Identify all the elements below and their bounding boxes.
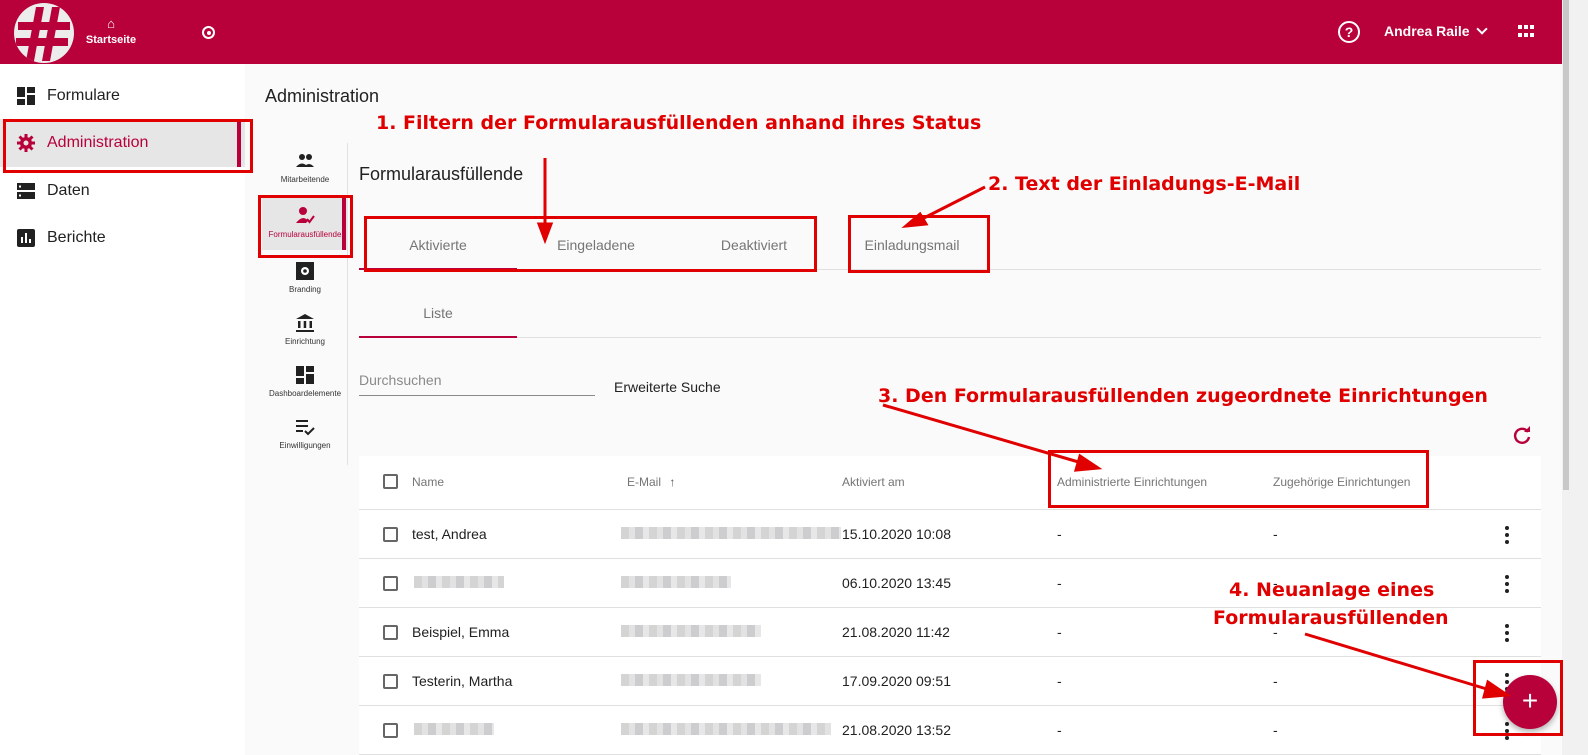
subnav-label: Mitarbeitende (280, 175, 330, 184)
apps-grid-icon[interactable] (1518, 25, 1534, 39)
column-header-email-label: E-Mail (627, 475, 662, 489)
search-field[interactable] (359, 372, 595, 396)
row-checkbox[interactable] (383, 674, 398, 689)
cell-email-redacted (621, 527, 841, 539)
cell-member: - (1273, 526, 1278, 542)
annotation-2: 2. Text der Einladungs-E-Mail (988, 173, 1301, 195)
table-row[interactable]: test, Andrea 15.10.2020 10:08 - - (359, 510, 1541, 559)
gear-box-icon (296, 262, 314, 280)
cell-admin: - (1057, 624, 1062, 640)
annotation-box-administration (3, 119, 253, 173)
search-input[interactable] (359, 372, 595, 388)
cell-activated: 06.10.2020 13:45 (842, 575, 951, 591)
tab-liste[interactable]: Liste (359, 288, 517, 338)
cell-email-redacted (621, 625, 761, 637)
annotation-box-status-tabs (364, 216, 817, 272)
sidebar-item-label: Formulare (47, 87, 120, 104)
cell-activated: 21.08.2020 11:42 (842, 624, 950, 640)
cell-name: Testerin, Martha (412, 673, 513, 689)
cell-admin: - (1057, 722, 1062, 738)
people-icon (296, 154, 314, 167)
home-icon: ⌂ (107, 16, 115, 31)
row-checkbox[interactable] (383, 625, 398, 640)
cell-email-redacted (621, 723, 831, 735)
sidebar-item-berichte[interactable]: Berichte (0, 214, 245, 262)
cell-name: Beispiel, Emma (412, 624, 510, 640)
chart-icon (17, 229, 35, 247)
view-tabs: Liste (359, 288, 1541, 338)
subnav-item-einwilligungen[interactable]: Einwilligungen (262, 409, 348, 461)
annotation-box-subnav (258, 195, 353, 258)
cell-member: - (1273, 673, 1278, 689)
help-icon[interactable]: ? (1338, 21, 1360, 43)
cell-admin: - (1057, 673, 1062, 689)
annotation-box-invite-tab (848, 215, 990, 273)
subnav-label: Branding (288, 285, 322, 294)
more-vert-icon[interactable] (1504, 526, 1510, 544)
dashboard-icon (296, 366, 314, 384)
column-header-activated[interactable]: Aktiviert am (842, 475, 905, 489)
hash-logo-icon (16, 7, 70, 61)
subnav-label: Einrichtung (284, 337, 326, 346)
cell-admin: - (1057, 526, 1062, 542)
home-link[interactable]: ⌂ Startseite (85, 16, 137, 48)
cell-email-redacted (621, 576, 731, 588)
home-label: Startseite (85, 34, 137, 46)
annotation-4-line2: Formularausfüllenden (1213, 607, 1449, 629)
row-checkbox[interactable] (383, 576, 398, 591)
row-checkbox[interactable] (383, 723, 398, 738)
sidebar-item-label: Daten (47, 182, 90, 199)
cell-name-redacted (414, 576, 504, 588)
subnav-label: Dashboardelemente (268, 389, 342, 398)
sidebar-item-formulare[interactable]: Formulare (0, 72, 245, 120)
annotation-3: 3. Den Formularausfüllenden zugeordnete … (878, 385, 1488, 407)
subnav-item-dashboardelemente[interactable]: Dashboardelemente (262, 357, 348, 409)
dashboard-icon (17, 87, 35, 105)
scrollbar-thumb[interactable] (1563, 0, 1569, 490)
refresh-icon[interactable] (1512, 425, 1532, 445)
cell-member: - (1273, 722, 1278, 738)
cell-name: test, Andrea (412, 526, 487, 542)
table-row[interactable]: 21.08.2020 13:52 - - (359, 706, 1541, 755)
advanced-search-button[interactable]: Erweiterte Suche (614, 379, 721, 395)
radio-icon[interactable] (202, 26, 215, 39)
subnav-label: Einwilligungen (279, 441, 331, 450)
table-row[interactable]: Testerin, Martha 17.09.2020 09:51 - - (359, 657, 1541, 706)
cell-email-redacted (621, 674, 761, 686)
scrollbar[interactable] (1562, 0, 1588, 755)
section-title: Formularausfüllende (359, 164, 524, 184)
annotation-4-line1: 4. Neuanlage eines (1229, 579, 1435, 601)
annotation-box-institution-columns (1048, 450, 1429, 508)
institution-icon (296, 314, 314, 332)
sidebar-item-label: Berichte (47, 229, 106, 246)
column-header-name[interactable]: Name (412, 475, 444, 489)
annotation-1: 1. Filtern der Formularausfüllenden anha… (376, 112, 982, 134)
list-check-icon (296, 420, 315, 436)
storage-icon (17, 183, 35, 199)
subnav-item-einrichtung[interactable]: Einrichtung (262, 305, 348, 357)
arrow-up-icon: ↑ (669, 475, 676, 489)
chevron-down-icon (1475, 22, 1488, 35)
select-all-checkbox[interactable] (383, 474, 398, 489)
user-menu[interactable]: Andrea Raile (1384, 22, 1488, 39)
subnav-item-mitarbeitende[interactable]: Mitarbeitende (262, 143, 348, 195)
more-vert-icon[interactable] (1504, 575, 1510, 593)
subnav-item-branding[interactable]: Branding (262, 253, 348, 305)
cell-activated: 15.10.2020 10:08 (842, 526, 951, 542)
cell-activated: 21.08.2020 13:52 (842, 722, 951, 738)
cell-admin: - (1057, 575, 1062, 591)
admin-subnav: Mitarbeitende Formularausfüllende Brandi… (262, 143, 348, 465)
sidebar-item-daten[interactable]: Daten (0, 167, 245, 215)
logo[interactable] (14, 3, 74, 63)
user-name: Andrea Raile (1384, 23, 1470, 39)
cell-activated: 17.09.2020 09:51 (842, 673, 951, 689)
column-header-email[interactable]: E-Mail ↑ (627, 475, 675, 489)
annotation-box-fab (1473, 660, 1563, 736)
row-checkbox[interactable] (383, 527, 398, 542)
top-bar: ⌂ Startseite ? Andrea Raile (0, 0, 1562, 64)
cell-name-redacted (414, 723, 494, 735)
page-title: Administration (265, 86, 380, 106)
more-vert-icon[interactable] (1504, 624, 1510, 642)
